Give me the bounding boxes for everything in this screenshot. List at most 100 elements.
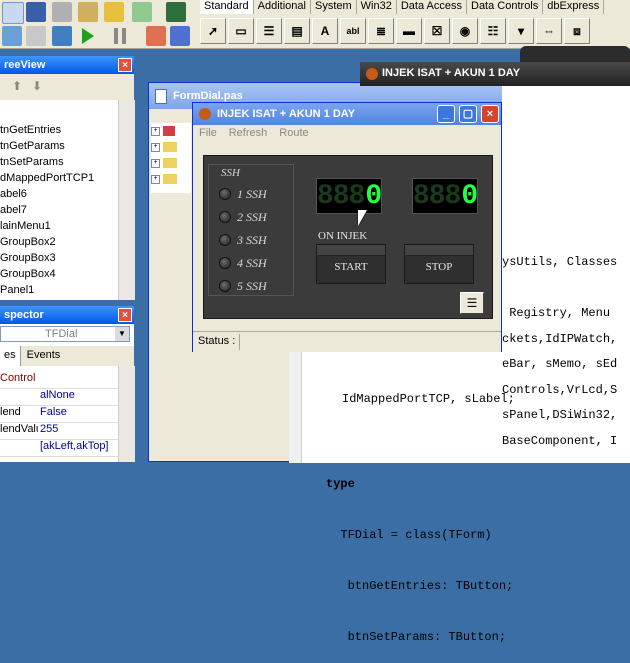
folder-icon (163, 158, 177, 168)
add-file-icon[interactable] (132, 2, 152, 22)
arrow-up-icon[interactable]: ⬆ (12, 79, 22, 93)
ssh-item-1[interactable]: 1 SSH (219, 185, 267, 203)
object-selector[interactable]: TFDial ▼ (0, 326, 130, 342)
frame-icon[interactable]: ▭ (228, 18, 254, 44)
dialog-title: INJEK ISAT + AKUN 1 DAY (217, 108, 356, 120)
treeview-scrollbar[interactable] (118, 100, 135, 300)
list-item[interactable]: GroupBox2 (0, 234, 118, 250)
start-label: START (334, 261, 368, 273)
tree-node[interactable]: + (151, 171, 191, 187)
new-icon[interactable] (2, 2, 24, 24)
list-item[interactable]: dMappedPortTCP1 (0, 170, 118, 186)
tree-node[interactable]: + (151, 139, 191, 155)
save-all-icon[interactable] (78, 2, 98, 22)
expand-icon[interactable]: + (151, 158, 160, 168)
property-value: False (40, 406, 67, 418)
list-item[interactable]: Panel1 (0, 282, 118, 298)
ssh-item-3[interactable]: 3 SSH (219, 231, 267, 249)
ssh-item-2[interactable]: 2 SSH (219, 208, 267, 226)
property-name: Control (0, 372, 36, 384)
view-unit-icon[interactable] (2, 26, 22, 46)
minimize-icon[interactable]: _ (437, 105, 455, 123)
tab-data-access[interactable]: Data Access (397, 0, 467, 14)
step-over-icon[interactable] (170, 26, 190, 46)
memo-icon[interactable]: ≣ (368, 18, 394, 44)
radiobutton-icon[interactable]: ◉ (452, 18, 478, 44)
tab-dbexpress[interactable]: dbExpress (543, 0, 605, 14)
lcd-dim-digits: 888 (316, 180, 365, 212)
expand-icon[interactable]: + (151, 174, 160, 184)
led-icon (219, 257, 231, 269)
tab-data-controls[interactable]: Data Controls (467, 0, 544, 14)
lcd-counter-1: 888 0 (316, 178, 382, 214)
save-icon[interactable] (52, 2, 72, 22)
folder-icon (163, 174, 177, 184)
stop-label: STOP (425, 261, 453, 273)
list-item[interactable]: GroupBox3 (0, 250, 118, 266)
table-row[interactable]: lendValu 255 (0, 423, 118, 440)
inspector-scrollbar[interactable] (118, 366, 135, 462)
popupmenu-icon[interactable]: ▤ (284, 18, 310, 44)
run-icon[interactable] (82, 28, 94, 44)
list-item[interactable]: abel7 (0, 202, 118, 218)
list-item[interactable]: tnGetParams (0, 138, 118, 154)
tree-node[interactable]: + (151, 123, 191, 139)
ssh-item-4[interactable]: 4 SSH (219, 254, 267, 272)
tab-system[interactable]: System (311, 0, 357, 14)
open-icon[interactable] (26, 2, 46, 22)
tab-win32[interactable]: Win32 (357, 0, 397, 14)
mainmenu-icon[interactable]: ☰ (256, 18, 282, 44)
expand-icon[interactable]: + (151, 126, 160, 136)
code-line: btnSetParams: TButton; (326, 630, 507, 644)
tab-additional[interactable]: Additional (254, 0, 311, 14)
list-item[interactable]: lainMenu1 (0, 218, 118, 234)
code-line: BaseComponent, I (502, 434, 618, 448)
maximize-icon[interactable]: ▢ (459, 105, 477, 123)
list-item[interactable]: abel6 (0, 186, 118, 202)
edit-icon[interactable]: abl (340, 18, 366, 44)
tab-standard[interactable]: Standard (200, 0, 254, 14)
view-form-icon[interactable] (26, 26, 46, 46)
arrow-down-icon[interactable]: ⬇ (32, 79, 42, 93)
scrollbar-icon[interactable]: ⇔ (536, 18, 562, 44)
tab-properties[interactable]: es (0, 346, 21, 366)
list-item[interactable]: GroupBox4 (0, 266, 118, 282)
label-icon[interactable]: A (312, 18, 338, 44)
tray-icon[interactable]: ☰ (460, 292, 484, 314)
treeview-title-bar: reeView × (0, 56, 134, 74)
start-button[interactable]: START (316, 244, 386, 284)
expand-icon[interactable]: + (151, 142, 160, 152)
listbox-icon[interactable]: ☷ (480, 18, 506, 44)
close-icon[interactable]: × (118, 58, 132, 72)
tab-events[interactable]: Events (21, 346, 67, 366)
open-project-icon[interactable] (104, 2, 124, 22)
ssh-item-5[interactable]: 5 SSH (219, 277, 267, 295)
close-icon[interactable]: × (118, 308, 132, 322)
menu-refresh[interactable]: Refresh (229, 125, 268, 142)
combobox-icon[interactable]: ▾ (508, 18, 534, 44)
table-row[interactable]: Control (0, 372, 118, 389)
pointer-icon[interactable]: ➚ (200, 18, 226, 44)
toggle-form-icon[interactable] (52, 26, 72, 46)
button-icon[interactable]: ▬ (396, 18, 422, 44)
menu-file[interactable]: File (199, 125, 217, 142)
table-row[interactable]: [akLeft,akTop] (0, 440, 118, 457)
treeview-panel: reeView × ⬆ ⬇ tnGetEntries tnGetParams t… (0, 56, 135, 300)
list-item[interactable]: tnSetParams (0, 154, 118, 170)
ssh-label: 1 SSH (237, 186, 267, 201)
code-line: Controls,VrLcd,S (502, 383, 618, 397)
tree-node[interactable]: + (151, 155, 191, 171)
close-icon[interactable]: × (481, 105, 499, 123)
menu-route[interactable]: Route (279, 125, 308, 142)
ssh-label: 2 SSH (237, 209, 267, 224)
list-item[interactable]: tnGetEntries (0, 122, 118, 138)
help-book-icon[interactable] (166, 2, 186, 22)
injek-dialog-window: INJEK ISAT + AKUN 1 DAY _ ▢ × File Refre… (192, 102, 502, 352)
checkbox-icon[interactable]: ☒ (424, 18, 450, 44)
pause-icon[interactable] (114, 28, 126, 44)
trace-into-icon[interactable] (146, 26, 166, 46)
groupbox-icon[interactable]: ⧈ (564, 18, 590, 44)
table-row[interactable]: alNone (0, 389, 118, 406)
table-row[interactable]: lend False (0, 406, 118, 423)
stop-button[interactable]: STOP (404, 244, 474, 284)
